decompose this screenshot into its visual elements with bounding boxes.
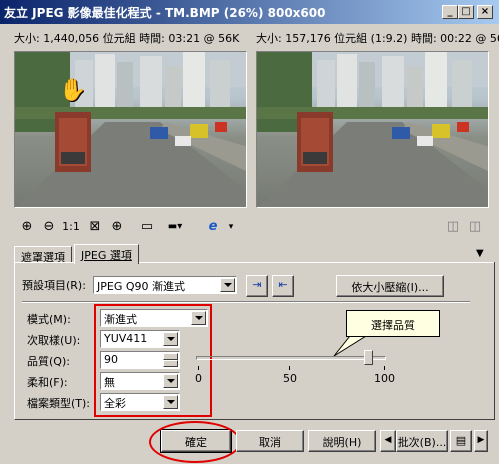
batch-list-icon[interactable]: ▤ xyxy=(450,430,472,452)
browser-preview-icon[interactable]: e xyxy=(204,218,222,236)
tab-jpeg-options-label: JPEG 選項 xyxy=(81,249,132,262)
save-preset-icon[interactable]: ⇥ xyxy=(246,275,268,297)
close-button[interactable]: × xyxy=(477,5,493,19)
browser-dropdown-icon[interactable]: ▾ xyxy=(222,218,240,236)
compare-view-icon[interactable]: ◫ xyxy=(466,218,484,236)
slider-tick-label: 50 xyxy=(283,372,297,385)
title-bar: 友立 JPEG 影像最佳化程式 - TM.BMP (26%) 800x600 xyxy=(0,0,499,24)
hand-cursor-icon: ✋ xyxy=(59,78,87,103)
slider-tick-label: 0 xyxy=(195,372,202,385)
actual-size-button[interactable]: 1:1 xyxy=(62,218,80,236)
chevron-down-icon xyxy=(220,278,235,292)
compress-by-size-button[interactable]: 依大小壓縮(I)... xyxy=(336,275,444,297)
quality-slider-track[interactable] xyxy=(196,356,386,360)
cancel-button[interactable]: 取消 xyxy=(236,430,304,452)
slider-tick xyxy=(289,366,290,370)
zoom-in-icon[interactable]: ⊕ xyxy=(18,218,36,236)
fit-window-icon[interactable]: ⊠ xyxy=(86,218,104,236)
batch-next-icon[interactable]: ▶ xyxy=(474,430,488,452)
preset-value: JPEG Q90 漸進式 xyxy=(97,280,185,293)
minimize-button[interactable]: _ xyxy=(442,5,458,19)
mode-label: 模式(M): xyxy=(27,313,71,326)
tab-jpeg-options[interactable]: JPEG 選項 xyxy=(74,244,139,264)
window-title: 友立 JPEG 影像最佳化程式 - TM.BMP (26%) 800x600 xyxy=(4,6,326,20)
batch-prev-icon[interactable]: ◀ xyxy=(380,430,396,452)
quality-callout: 選擇品質 xyxy=(346,310,440,337)
slider-tick xyxy=(384,366,385,370)
batch-button[interactable]: 批次(B)... xyxy=(396,430,448,452)
optimized-info: 大小: 157,176 位元組 (1:9.2) 時間: 00:22 @ 56K xyxy=(256,32,499,45)
quality-label: 品質(Q): xyxy=(27,355,70,368)
split-view-icon[interactable]: ◫ xyxy=(444,218,462,236)
zoom-out-icon[interactable]: ⊖ xyxy=(40,218,58,236)
preset-label: 預設項目(R): xyxy=(22,279,86,292)
slider-tick-label: 100 xyxy=(374,372,395,385)
edit-tool-icon[interactable]: ▬▾ xyxy=(166,218,184,236)
separator xyxy=(22,301,470,303)
ok-highlight-ellipse xyxy=(149,421,241,463)
panel-collapse-icon[interactable]: ▼ xyxy=(476,248,484,259)
help-button[interactable]: 說明(H) xyxy=(308,430,376,452)
subsampling-label: 次取樣(U): xyxy=(27,334,81,347)
smoothing-label: 柔和(F): xyxy=(27,376,68,389)
tab-mask-options[interactable]: 遮罩選項 xyxy=(14,246,72,264)
slider-tick xyxy=(198,366,199,370)
optimized-preview[interactable] xyxy=(256,51,489,208)
maximize-button[interactable]: □ xyxy=(458,5,474,19)
original-preview[interactable]: ✋ xyxy=(14,51,247,208)
original-info: 大小: 1,440,056 位元組 時間: 03:21 @ 56K xyxy=(14,32,240,45)
preset-dropdown[interactable]: JPEG Q90 漸進式 xyxy=(93,276,237,294)
center-icon[interactable]: ⊕ xyxy=(108,218,126,236)
highlight-box xyxy=(94,304,212,417)
single-view-icon[interactable]: ▭ xyxy=(138,218,156,236)
file-type-label: 檔案類型(T): xyxy=(27,397,91,410)
delete-preset-icon[interactable]: ⇤ xyxy=(272,275,294,297)
quality-slider-thumb[interactable] xyxy=(364,350,373,365)
